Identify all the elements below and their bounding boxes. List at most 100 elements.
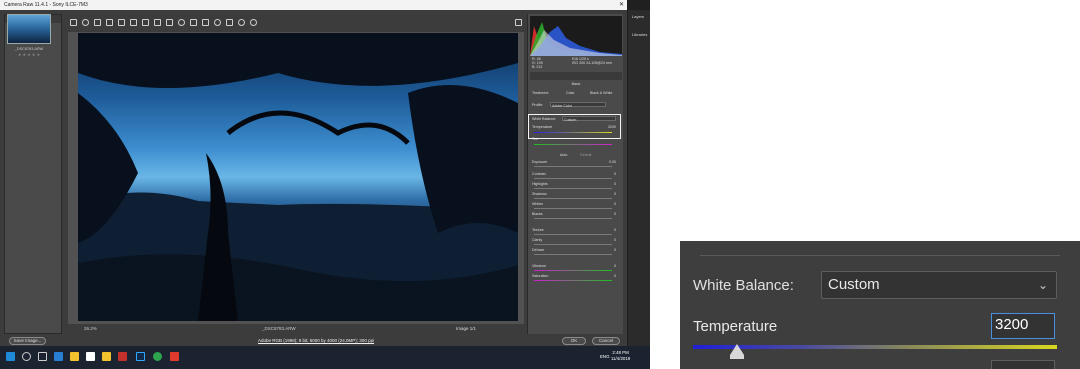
app-icon[interactable] (170, 352, 179, 361)
panel-libraries[interactable]: Libraries (628, 28, 650, 46)
slider-track[interactable] (534, 166, 612, 167)
profile-select[interactable]: Adobe Color (550, 102, 606, 108)
zoom-level[interactable]: 26.2% (84, 324, 97, 334)
slider-track[interactable] (534, 254, 612, 255)
straighten-tool-icon[interactable] (142, 19, 149, 26)
slider-value[interactable]: 0 (614, 171, 616, 177)
camera-readout: f/16 1/25 s ISO 200 24-105@24 mm (572, 57, 613, 65)
red-eye-icon[interactable] (178, 19, 185, 26)
filmstrip-thumbnail[interactable] (7, 14, 51, 44)
slider-label: Whites (532, 202, 543, 206)
close-icon[interactable]: ✕ (619, 0, 624, 10)
photoshop-right-panel: Layers Libraries (627, 0, 650, 346)
slider-track[interactable] (534, 198, 612, 199)
slider-value[interactable]: 0 (614, 247, 616, 253)
window-title: Camera Raw 11.4.1 - Sony ILCE-7M3 (4, 2, 88, 8)
spot-removal-icon[interactable] (166, 19, 173, 26)
rotate-left-icon[interactable] (238, 19, 245, 26)
slider-track[interactable] (534, 188, 612, 189)
slider-value[interactable]: 0 (614, 273, 616, 279)
divider (700, 255, 1060, 256)
transform-tool-icon[interactable] (154, 19, 161, 26)
ok-button[interactable]: OK (562, 337, 586, 345)
slider-value[interactable]: 0 (614, 211, 616, 217)
camera-raw-window: Camera Raw 11.4.1 - Sony ILCE-7M3 ✕ Laye… (0, 0, 650, 369)
slider-track[interactable] (534, 218, 612, 219)
temperature-slider-thumb[interactable] (729, 344, 744, 355)
image-count: Image 1/1 (456, 326, 477, 331)
chevron-down-icon: ⌄ (1037, 278, 1048, 292)
slider-value[interactable]: 0 (614, 263, 616, 269)
windows-start-icon[interactable] (6, 352, 15, 361)
task-view-icon[interactable] (38, 352, 47, 361)
language-indicator[interactable]: ENG (600, 354, 610, 359)
slider-row-vibrance: Vibrance 0 (532, 263, 620, 269)
preferences-icon[interactable] (226, 19, 233, 26)
stage: Camera Raw 11.4.1 - Sony ILCE-7M3 ✕ Laye… (0, 0, 1080, 369)
default-button[interactable]: Default (580, 152, 591, 158)
panel-tabs[interactable] (530, 72, 622, 80)
fullscreen-icon[interactable] (515, 19, 522, 26)
slider-label: Blacks (532, 212, 543, 216)
tint-slider[interactable] (534, 144, 612, 145)
folder-icon[interactable] (102, 352, 111, 361)
white-balance-select[interactable]: Custom ⌄ (821, 271, 1057, 299)
graduated-filter-icon[interactable] (202, 19, 209, 26)
slider-track[interactable] (534, 234, 612, 235)
temperature-slider-thumb-base[interactable] (729, 355, 744, 359)
slider-row-clarity: Clarity 0 (532, 237, 620, 243)
chrome-icon[interactable] (153, 352, 162, 361)
radial-filter-icon[interactable] (214, 19, 221, 26)
thumbnail-rating[interactable]: ★ ★ ★ ★ ★ (2, 52, 56, 57)
zoom-tool-icon[interactable] (70, 19, 77, 26)
slider-value[interactable]: 0 (614, 237, 616, 243)
photo-preview[interactable] (78, 33, 518, 321)
crop-tool-icon[interactable] (130, 19, 137, 26)
store-icon[interactable] (86, 352, 95, 361)
search-icon[interactable] (22, 352, 31, 361)
status-bar: 26.2% _DSC8783.ARW Image 1/1 (66, 324, 524, 334)
temperature-input[interactable]: 3200 (991, 313, 1055, 339)
rgb-readout: R: 48 G: 109 B: 212 (532, 57, 543, 69)
slider-value[interactable]: 0 (614, 201, 616, 207)
adjustments-panel: R: 48 G: 109 B: 212 f/16 1/25 s ISO 200 … (527, 14, 623, 334)
white-balance-tool-icon[interactable] (94, 19, 101, 26)
treatment-bw-radio[interactable]: Black & White (590, 90, 612, 96)
slider-row-exposure: Exposure 0.00 (532, 159, 620, 165)
slider-track[interactable] (534, 270, 612, 271)
slider-label: Texture (532, 228, 544, 232)
hand-tool-icon[interactable] (82, 19, 89, 26)
slider-track[interactable] (534, 208, 612, 209)
save-image-button[interactable]: Save Image... (9, 337, 46, 345)
adjustment-brush-icon[interactable] (190, 19, 197, 26)
workflow-options-link[interactable]: Adobe RGB (1998); 8 bit; 6000 by 4000 (2… (258, 338, 374, 343)
rotate-right-icon[interactable] (250, 19, 257, 26)
color-sampler-icon[interactable] (106, 19, 113, 26)
tint-input-partial[interactable] (991, 360, 1055, 369)
clock[interactable]: 2:48 PM 11/4/2019 (611, 350, 630, 362)
slider-track[interactable] (534, 280, 612, 281)
basic-panel-title: Basic (571, 82, 581, 86)
media-app-icon[interactable] (118, 352, 127, 361)
targeted-adjustment-icon[interactable] (118, 19, 125, 26)
temperature-slider-track[interactable] (693, 345, 1057, 349)
file-explorer-icon[interactable] (70, 352, 79, 361)
photoshop-icon[interactable] (136, 352, 145, 361)
slider-track[interactable] (534, 244, 612, 245)
slider-value[interactable]: 0 (614, 181, 616, 187)
auto-button[interactable]: Auto (560, 152, 567, 158)
cancel-button[interactable]: Cancel (592, 337, 620, 345)
slider-value[interactable]: 0 (614, 191, 616, 197)
slider-value[interactable]: 0 (614, 227, 616, 233)
status-filename: _DSC8783.ARW (262, 326, 296, 331)
slider-row-saturation: Saturation 0 (532, 273, 620, 279)
panel-layers[interactable]: Layers (628, 10, 650, 28)
treatment-color-radio[interactable]: Color (566, 90, 575, 96)
slider-row-texture: Texture 0 (532, 227, 620, 233)
thumbnail-filename: _DSC8783.ARW (14, 47, 44, 51)
edge-browser-icon[interactable] (54, 352, 63, 361)
slider-track[interactable] (534, 178, 612, 179)
auto-default-row: Auto Default (532, 152, 620, 158)
slider-value[interactable]: 0.00 (609, 159, 616, 165)
slider-label: Shadows (532, 192, 547, 196)
